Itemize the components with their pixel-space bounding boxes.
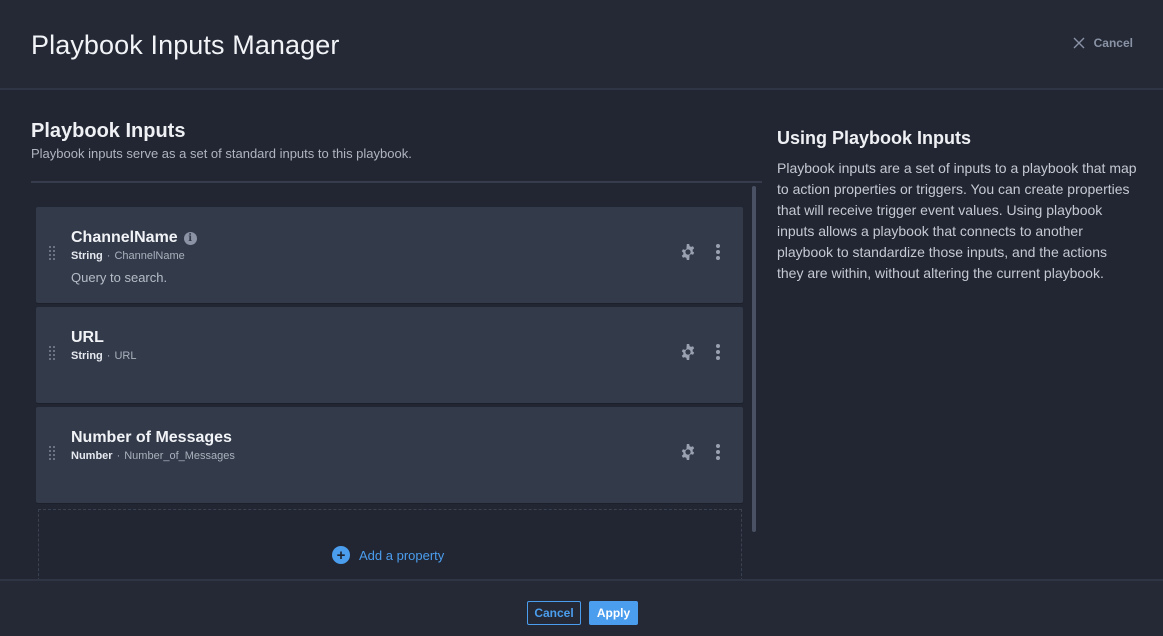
drag-handle-icon[interactable]	[49, 446, 57, 460]
help-panel: Using Playbook Inputs Playbook inputs ar…	[777, 128, 1137, 284]
drag-handle-icon[interactable]	[49, 246, 57, 260]
input-description: Query to search.	[71, 270, 168, 285]
inputs-section-heading: Playbook Inputs Playbook inputs serve as…	[31, 120, 762, 161]
input-name: ChannelName i	[71, 229, 197, 247]
input-name-text: URL	[71, 329, 104, 346]
header-cancel-button[interactable]: Cancel	[1073, 36, 1133, 50]
plus-circle-icon: +	[332, 546, 350, 564]
modal-footer: Cancel Apply	[0, 579, 1163, 636]
gear-icon[interactable]	[680, 244, 696, 260]
input-card-url[interactable]: URL String · URL	[36, 307, 743, 403]
input-meta: Number · Number_of_Messages	[71, 450, 235, 462]
input-type: Number	[71, 450, 113, 462]
input-meta: String · URL	[71, 350, 137, 362]
section-divider	[31, 181, 762, 183]
more-menu-icon[interactable]	[715, 244, 721, 260]
inputs-section-subtitle: Playbook inputs serve as a set of standa…	[31, 146, 412, 161]
gear-icon[interactable]	[680, 344, 696, 360]
input-name-text: Number of Messages	[71, 429, 232, 446]
input-card-number-of-messages[interactable]: Number of Messages Number · Number_of_Mess…	[36, 407, 743, 503]
cancel-button[interactable]: Cancel	[527, 601, 581, 625]
gear-icon[interactable]	[680, 444, 696, 460]
input-type: String	[71, 250, 103, 262]
input-name-text: ChannelName	[71, 229, 178, 246]
add-property-dropzone	[38, 509, 742, 581]
more-menu-icon[interactable]	[715, 444, 721, 460]
help-title: Using Playbook Inputs	[777, 128, 972, 148]
inputs-list: ChannelName i String · ChannelName Query t…	[36, 207, 743, 507]
input-name: Number of Messages	[71, 429, 232, 447]
input-key: Number_of_Messages	[124, 450, 235, 462]
input-card-channelname[interactable]: ChannelName i String · ChannelName Query t…	[36, 207, 743, 303]
add-property-label: Add a property	[359, 547, 445, 563]
input-type: String	[71, 350, 103, 362]
input-meta: String · ChannelName	[71, 250, 185, 262]
more-menu-icon[interactable]	[715, 344, 721, 360]
close-icon	[1073, 37, 1085, 49]
page-title: Playbook Inputs Manager	[31, 30, 340, 60]
header-cancel-label: Cancel	[1093, 36, 1133, 50]
apply-button[interactable]: Apply	[589, 601, 638, 625]
add-property-button[interactable]: + Add a property	[332, 546, 444, 564]
list-scrollbar[interactable]	[752, 186, 756, 532]
modal-header: Playbook Inputs Manager Cancel	[0, 0, 1163, 90]
inputs-section-title: Playbook Inputs	[31, 120, 186, 142]
input-name: URL	[71, 329, 104, 347]
input-key: URL	[114, 350, 137, 362]
drag-handle-icon[interactable]	[49, 346, 57, 360]
help-body: Playbook inputs are a set of inputs to a…	[777, 160, 1137, 281]
info-icon[interactable]: i	[183, 231, 197, 245]
input-key: ChannelName	[114, 250, 185, 262]
